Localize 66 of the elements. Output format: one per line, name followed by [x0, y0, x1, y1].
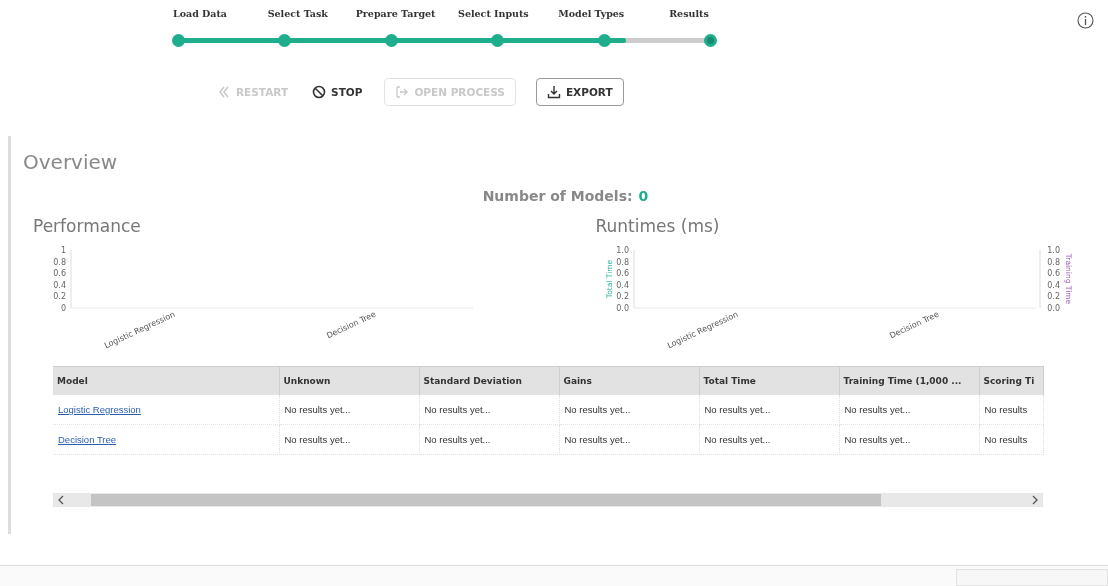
export-button[interactable]: EXPORT [535, 78, 624, 106]
tick-label: 1.0 [615, 246, 629, 255]
column-header[interactable]: Standard Deviation [419, 366, 559, 395]
horizontal-scrollbar[interactable] [53, 493, 1043, 507]
scrollbar-thumb[interactable] [91, 494, 881, 506]
step-dot[interactable] [597, 34, 611, 47]
column-header[interactable]: Unknown [279, 366, 419, 395]
column-header[interactable]: Total Time [699, 366, 839, 395]
model-link[interactable]: Logistic Regression [58, 404, 141, 415]
tick-label: 0.6 [53, 269, 66, 279]
table-cell: No results [979, 395, 1043, 425]
tick-label: 1.0 [1046, 246, 1060, 255]
download-icon [546, 85, 561, 99]
models-count: 0 [638, 188, 649, 204]
step-label[interactable]: Prepare Target [347, 8, 444, 19]
tick-label: 0.6 [1046, 269, 1060, 279]
step-dot[interactable] [278, 34, 292, 47]
step-dot[interactable] [384, 34, 398, 47]
table-cell: No results yet... [419, 424, 559, 455]
tick-label: 1 [60, 246, 66, 255]
step-label[interactable]: Model Types [543, 8, 640, 19]
chevrons-left-icon [217, 85, 231, 99]
column-header[interactable]: Gains [559, 366, 699, 395]
step-label[interactable]: Select Inputs [445, 8, 542, 19]
tick-label: 0.8 [615, 257, 629, 267]
tick-label: 0.8 [1046, 257, 1060, 267]
scroll-right-icon[interactable] [1031, 495, 1039, 505]
tick-label: 0.6 [615, 269, 629, 279]
tick-label: 0.4 [1046, 280, 1060, 290]
step-label[interactable]: Load Data [152, 8, 248, 19]
tick-label: 0.2 [53, 292, 66, 302]
column-header[interactable]: Model [53, 366, 279, 395]
chart-title: Performance [33, 216, 142, 236]
table-cell: No results [979, 424, 1043, 455]
tick-label: 0.4 [615, 280, 629, 290]
chart-title: Runtimes (ms) [595, 216, 721, 236]
table-cell: No results yet... [559, 395, 699, 425]
info-icon[interactable] [1077, 12, 1094, 29]
table-cell: No results yet... [419, 395, 559, 425]
table-cell: No results yet... [839, 395, 979, 425]
model-link[interactable]: Decision Tree [58, 434, 117, 445]
section-title: Overview [23, 150, 119, 174]
column-header[interactable]: Training Time (1,000 ... [839, 366, 979, 395]
step-label[interactable]: Results [641, 8, 737, 19]
step-dot[interactable] [172, 34, 185, 47]
step-label[interactable]: Select Task [249, 8, 346, 19]
tick-label: 0.0 [1046, 304, 1060, 313]
table-cell: No results yet... [279, 395, 419, 425]
tick-label: 0.2 [615, 292, 629, 302]
tick-label: 0.4 [53, 280, 66, 290]
step-dot[interactable] [703, 34, 717, 47]
open-arrow-icon [395, 85, 410, 99]
scroll-left-icon[interactable] [57, 495, 65, 505]
table-cell: No results yet... [699, 395, 839, 425]
models-count-label: Number of Models: [482, 188, 633, 204]
tick-label: 0.2 [1046, 292, 1060, 302]
tick-label: 0 [60, 304, 66, 313]
table-cell: No results yet... [279, 424, 419, 455]
stop-icon [312, 85, 327, 99]
step-dot[interactable] [491, 34, 505, 47]
column-header[interactable]: Scoring Ti [979, 366, 1043, 395]
table-cell: No results yet... [559, 424, 699, 455]
table-cell: No results yet... [699, 424, 839, 455]
tick-label: 0.0 [615, 304, 629, 313]
table-cell: No results yet... [839, 424, 979, 455]
tick-label: 0.8 [53, 257, 66, 267]
